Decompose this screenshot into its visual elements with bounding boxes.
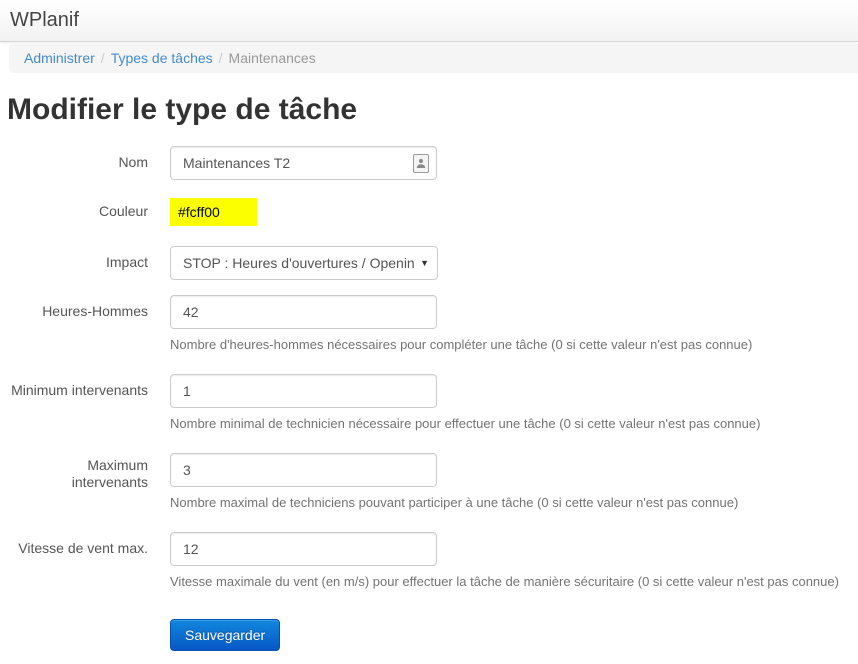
- minimum-intervenants-input[interactable]: [170, 374, 437, 408]
- breadcrumb-divider: /: [95, 50, 111, 66]
- breadcrumb-link-administrer[interactable]: Administrer: [24, 50, 95, 66]
- person-glyph: [416, 158, 426, 169]
- field-row-vitesse-vent: Vitesse de vent max. Vitesse maximale du…: [0, 532, 858, 591]
- field-row-heures-hommes: Heures-Hommes Nombre d'heures-hommes néc…: [0, 295, 858, 354]
- breadcrumb-current: Maintenances: [229, 50, 316, 66]
- breadcrumb-divider: /: [213, 50, 229, 66]
- app-brand[interactable]: WPlanif: [10, 9, 79, 32]
- heures-hommes-help: Nombre d'heures-hommes nécessaires pour …: [170, 336, 858, 354]
- field-row-minimum-intervenants: Minimum intervenants Nombre minimal de t…: [0, 374, 858, 433]
- save-button[interactable]: Sauvegarder: [170, 619, 280, 651]
- top-navbar: WPlanif: [0, 0, 858, 42]
- autofill-icon[interactable]: [413, 154, 429, 173]
- breadcrumb: Administrer/Types de tâches/Maintenances: [9, 44, 858, 73]
- form-actions: Sauvegarder: [170, 619, 858, 651]
- heures-hommes-input[interactable]: [170, 295, 437, 329]
- impact-label: Impact: [0, 246, 148, 280]
- maximum-intervenants-label: Maximum intervenants: [0, 453, 148, 512]
- field-row-couleur: Couleur: [0, 198, 858, 226]
- nom-input[interactable]: [170, 146, 437, 180]
- impact-select-value: STOP : Heures d'ouvertures / Openin: [183, 255, 414, 271]
- minimum-intervenants-label: Minimum intervenants: [0, 374, 148, 433]
- vitesse-vent-label: Vitesse de vent max.: [0, 532, 148, 591]
- nom-label: Nom: [0, 146, 148, 180]
- impact-select[interactable]: STOP : Heures d'ouvertures / Openin ▼: [170, 246, 438, 280]
- breadcrumb-link-types-de-taches[interactable]: Types de tâches: [111, 50, 213, 66]
- maximum-intervenants-help: Nombre maximal de techniciens pouvant pa…: [170, 494, 858, 512]
- chevron-down-icon: ▼: [420, 258, 429, 268]
- couleur-input[interactable]: [170, 198, 257, 226]
- task-type-form: Nom Couleur Impact STOP : Heures d'ouver…: [0, 146, 858, 651]
- field-row-impact: Impact STOP : Heures d'ouvertures / Open…: [0, 246, 858, 280]
- maximum-intervenants-input[interactable]: [170, 453, 437, 487]
- couleur-label: Couleur: [0, 198, 148, 226]
- vitesse-vent-help: Vitesse maximale du vent (en m/s) pour e…: [170, 573, 858, 591]
- heures-hommes-label: Heures-Hommes: [0, 295, 148, 354]
- minimum-intervenants-help: Nombre minimal de technicien nécessaire …: [170, 415, 858, 433]
- field-row-nom: Nom: [0, 146, 858, 180]
- page-title: Modifier le type de tâche: [0, 93, 858, 126]
- vitesse-vent-input[interactable]: [170, 532, 437, 566]
- field-row-maximum-intervenants: Maximum intervenants Nombre maximal de t…: [0, 453, 858, 512]
